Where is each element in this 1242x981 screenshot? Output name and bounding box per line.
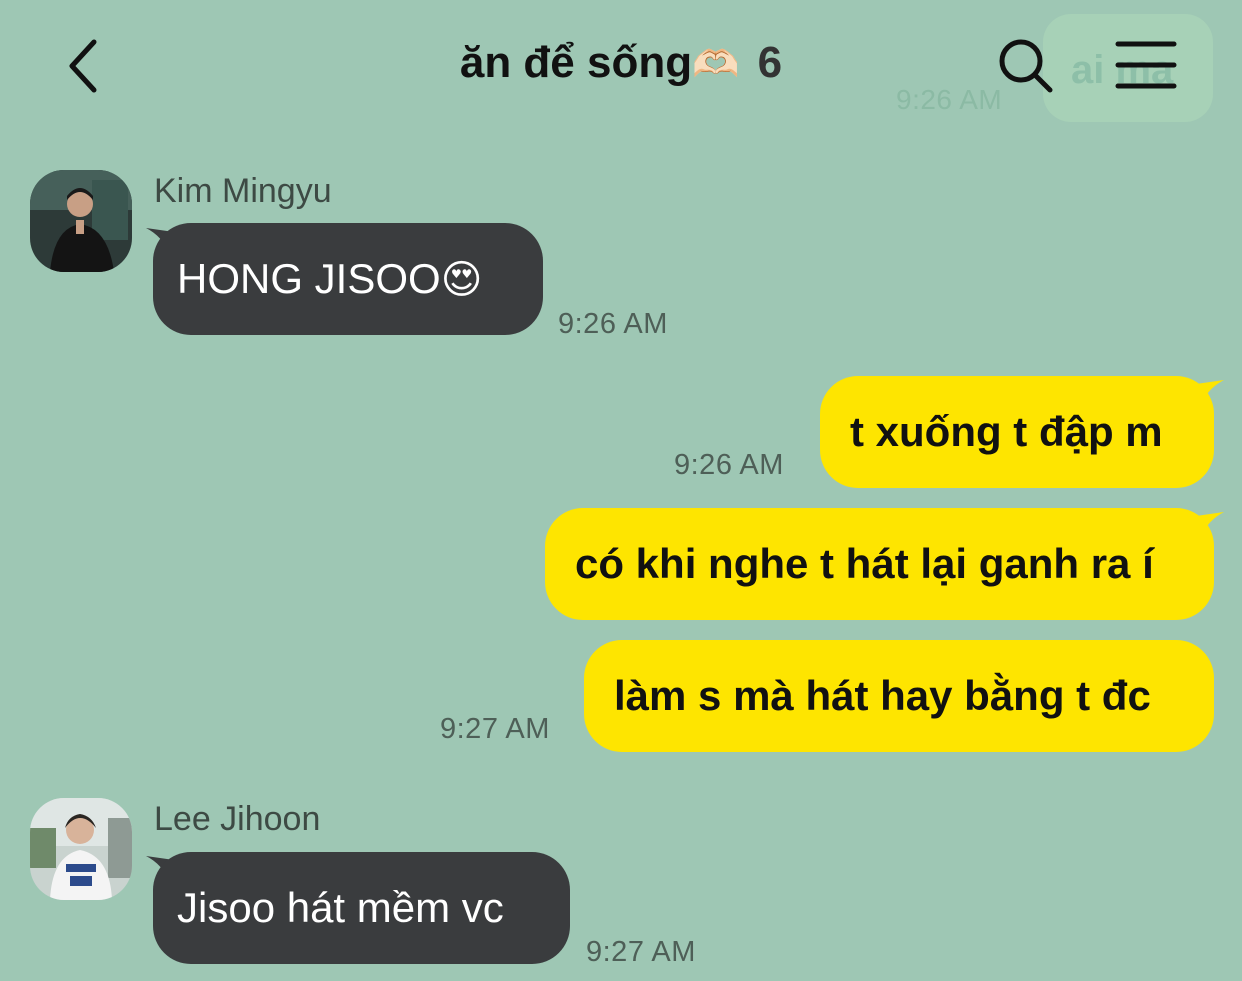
pinned-preview-time: 9:26 AM (896, 84, 1003, 115)
message-time: 9:26 AM (558, 308, 668, 340)
message-text: Jisoo hát mềm vc (177, 884, 504, 931)
message-bubble[interactable]: HONG JISOO😍 (153, 223, 543, 335)
message-text: làm s mà hát hay bằng t đc (614, 672, 1151, 719)
user-avatar[interactable] (30, 798, 132, 900)
message-bubble[interactable]: Jisoo hát mềm vc (153, 852, 570, 964)
message-time: 9:27 AM (586, 936, 696, 968)
user-avatar[interactable] (30, 170, 132, 272)
sender-name: Lee Jihoon (154, 800, 321, 838)
message-text: t xuống t đập m (850, 408, 1163, 455)
menu-button[interactable] (1114, 38, 1178, 94)
sender-name: Kim Mingyu (154, 172, 332, 210)
menu-icon (1115, 41, 1177, 89)
message-bubble[interactable]: t xuống t đập m (820, 376, 1214, 488)
chat-title-text: ăn để sống (459, 38, 693, 87)
message-time: 9:26 AM (674, 449, 784, 481)
message-text: có khi nghe t hát lại ganh ra í (575, 540, 1154, 587)
member-count: 6 (757, 38, 783, 87)
message-bubble[interactable]: làm s mà hát hay bằng t đc (584, 640, 1214, 752)
search-icon (999, 39, 1053, 93)
heart-hands-icon: 🫶🏻 (692, 44, 740, 86)
message-text: HONG JISOO (177, 255, 441, 302)
heart-eyes-emoji-icon: 😍 (440, 258, 483, 302)
message-bubble[interactable]: có khi nghe t hát lại ganh ra í (545, 508, 1214, 620)
message-time: 9:27 AM (440, 713, 550, 745)
search-button[interactable] (994, 34, 1058, 98)
